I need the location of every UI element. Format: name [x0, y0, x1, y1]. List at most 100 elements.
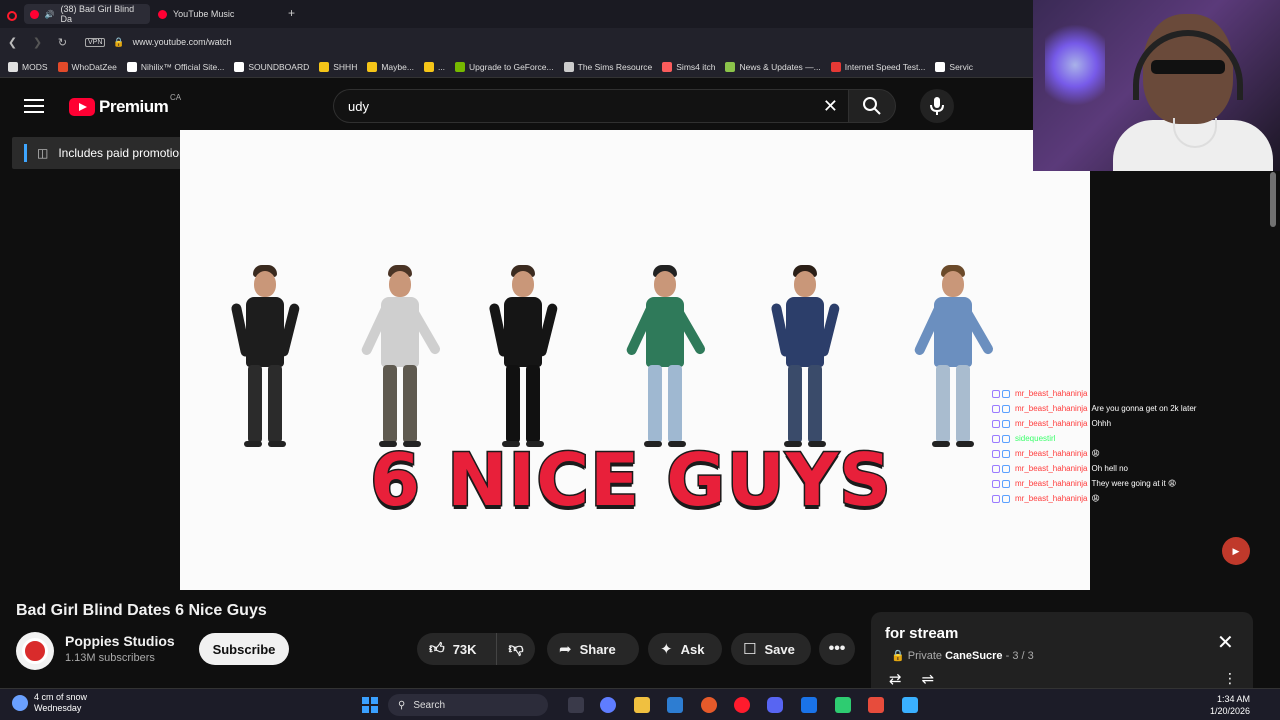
chat-message: mr_beast_hahaninja Are you gonna get on 2…: [992, 401, 1232, 416]
more-vertical-icon[interactable]: ⋮: [1223, 670, 1237, 687]
bookmark-item[interactable]: Internet Speed Test...: [830, 61, 926, 72]
bookmark-item[interactable]: News & Updates —...: [725, 61, 821, 72]
taskbar-search[interactable]: ⚲ Search: [388, 694, 548, 716]
bookmark-item[interactable]: ...: [423, 61, 445, 72]
notepad-icon[interactable]: [902, 697, 918, 713]
channel-avatar[interactable]: [16, 632, 54, 670]
voice-search-button[interactable]: [920, 89, 954, 123]
clear-search-icon[interactable]: ✕: [823, 96, 838, 117]
badge-icon: [992, 404, 1000, 413]
bookmark-item[interactable]: Servic: [935, 61, 973, 72]
floating-record-icon[interactable]: ▶: [1222, 537, 1250, 565]
forward-icon[interactable]: ❯: [25, 36, 50, 49]
app-icon[interactable]: [701, 697, 717, 713]
search-value: udy: [348, 99, 369, 114]
bookmark-item[interactable]: MODS: [8, 61, 48, 72]
share-button[interactable]: ➦ Share: [547, 633, 639, 665]
opera-gx-icon[interactable]: [734, 697, 750, 713]
bookmark-item[interactable]: Nihilix™ Official Site...: [126, 61, 224, 72]
shuffle-icon[interactable]: ⇌: [922, 670, 935, 688]
search-input[interactable]: udy ✕: [333, 89, 848, 123]
microsoft-store-icon[interactable]: [667, 697, 683, 713]
lock-icon[interactable]: 🔒: [113, 37, 124, 48]
xbox-icon[interactable]: [835, 697, 851, 713]
bookmark-item[interactable]: Maybe...: [367, 61, 414, 72]
new-tab-button[interactable]: +: [288, 6, 295, 20]
save-button[interactable]: ☐ Save: [731, 633, 811, 665]
promo-accent-bar: [24, 144, 27, 162]
loop-icon[interactable]: ⇄: [889, 670, 902, 688]
page-icon: [234, 61, 245, 72]
tsr-icon: [563, 61, 574, 72]
speed-icon: [830, 61, 841, 72]
badge-icon: [1002, 449, 1010, 458]
bookmark-item[interactable]: SHHH: [319, 61, 357, 72]
playlist-title[interactable]: for stream: [885, 625, 958, 642]
more-actions-button[interactable]: •••: [819, 633, 855, 665]
tab-youtube-video[interactable]: 🔊 (38) Bad Girl Blind Da: [24, 4, 150, 24]
chat-username: sidequestirl: [1015, 434, 1056, 443]
bookmark-item[interactable]: SOUNDBOARD: [234, 61, 309, 72]
windows-start-icon[interactable]: [362, 697, 378, 713]
bookmark-label: MODS: [22, 61, 48, 72]
mail-icon[interactable]: [801, 697, 817, 713]
reload-icon[interactable]: ↻: [50, 36, 75, 49]
obs-icon[interactable]: [868, 697, 884, 713]
copilot-icon[interactable]: [600, 697, 616, 713]
playlist-owner[interactable]: CaneSucre: [945, 650, 1002, 662]
like-dislike-group: 👍︎ 73K 👎︎: [417, 633, 535, 665]
discord-icon[interactable]: [767, 697, 783, 713]
search-button[interactable]: [848, 89, 896, 123]
tab-youtube-music[interactable]: YouTube Music: [152, 4, 272, 24]
tab-label: (38) Bad Girl Blind Da: [60, 4, 135, 24]
chat-text: 😩: [1091, 494, 1100, 503]
system-clock[interactable]: 1:34 AM 1/20/2026: [1210, 693, 1250, 717]
badge-icon: [1002, 389, 1010, 398]
speaker-icon: 🔊: [44, 9, 55, 19]
bookmark-label: Internet Speed Test...: [844, 61, 926, 72]
dislike-button[interactable]: 👎︎: [497, 633, 535, 665]
nvidia-icon: [455, 61, 466, 72]
subscribe-button[interactable]: Subscribe: [199, 633, 289, 665]
menu-icon[interactable]: [24, 99, 44, 113]
chat-message: mr_beast_hahaninja Ohhh: [992, 416, 1232, 431]
chat-username: mr_beast_hahaninja: [1015, 479, 1088, 488]
chat-username: mr_beast_hahaninja: [1015, 449, 1088, 458]
youtube-music-favicon-icon: [158, 9, 167, 19]
chat-username: mr_beast_hahaninja: [1015, 494, 1088, 503]
bookmark-label: Upgrade to GeForce...: [469, 61, 554, 72]
page-scrollbar[interactable]: [1270, 172, 1276, 227]
vpn-badge[interactable]: VPN: [85, 37, 106, 47]
channel-name[interactable]: Poppies Studios: [65, 633, 175, 649]
bookmark-item[interactable]: WhoDatZee: [57, 61, 117, 72]
bookmark-item[interactable]: Sims4 itch: [662, 61, 715, 72]
youtube-logo[interactable]: Premium: [69, 97, 169, 117]
ask-button[interactable]: ✦ Ask: [648, 633, 722, 665]
task-view-icon[interactable]: [568, 697, 584, 713]
star-icon: [367, 61, 378, 72]
close-playlist-icon[interactable]: ✕: [1217, 630, 1234, 655]
badge-icon: [1002, 434, 1010, 443]
file-explorer-icon[interactable]: [634, 697, 650, 713]
logo-text: Premium: [99, 97, 169, 116]
bookmark-label: The Sims Resource: [577, 61, 653, 72]
chat-message: mr_beast_hahaninja Oh hell no: [992, 461, 1232, 476]
bookmark-icon: ☐: [743, 641, 757, 658]
chat-username: mr_beast_hahaninja: [1015, 419, 1088, 428]
bookmark-item[interactable]: Upgrade to GeForce...: [455, 61, 554, 72]
opera-icon[interactable]: [7, 8, 17, 26]
chat-text: Ohhh: [1091, 419, 1112, 428]
share-icon: ➦: [559, 641, 572, 658]
chat-text: Are you gonna get on 2k later: [1091, 404, 1197, 413]
weather-widget[interactable]: 4 cm of snow Wednesday: [12, 692, 87, 714]
like-button[interactable]: 👍︎ 73K: [417, 633, 497, 665]
bookmark-item[interactable]: The Sims Resource: [563, 61, 653, 72]
playlist-position: - 3 / 3: [1005, 650, 1034, 662]
ask-label: Ask: [680, 641, 705, 657]
video-player[interactable]: 6 NICE GUYS: [180, 130, 1090, 590]
back-icon[interactable]: ❮: [0, 36, 25, 49]
sunglasses: [1151, 60, 1225, 74]
chat-message: mr_beast_hahaninja They were going at it …: [992, 476, 1232, 491]
chat-message: sidequestirl: [992, 431, 1232, 446]
url-field[interactable]: www.youtube.com/watch: [133, 37, 232, 47]
